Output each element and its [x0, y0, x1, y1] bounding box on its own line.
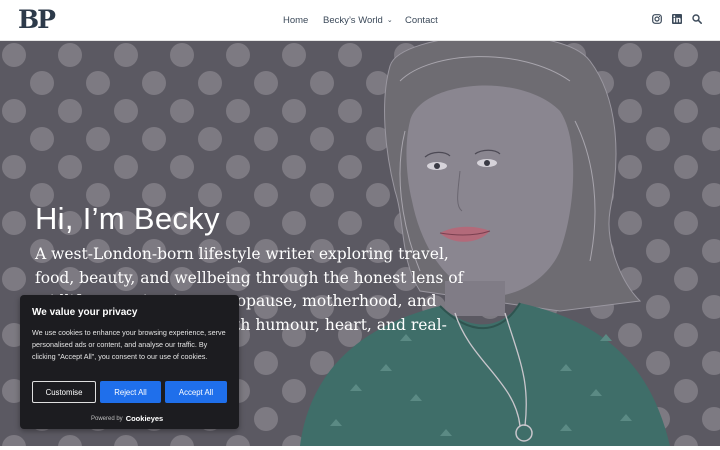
linkedin-icon[interactable] — [671, 13, 682, 24]
hero-title: Hi, I’m Becky — [35, 201, 220, 236]
site-header: B P Home Becky’s World ⌄ Contact — [0, 0, 720, 41]
logo-letter-b: B — [18, 5, 39, 34]
instagram-icon[interactable] — [651, 13, 662, 24]
nav-contact[interactable]: Contact — [405, 13, 438, 29]
cookie-buttons: Customise Reject All Accept All — [32, 381, 227, 403]
powered-by-label: Powered by — [91, 415, 123, 422]
customise-button[interactable]: Customise — [32, 381, 96, 403]
cookieyes-branding[interactable]: Powered by Cookieyes — [91, 414, 163, 423]
logo-letter-p: P — [37, 5, 56, 34]
nav-beckys-world-label: Becky’s World — [323, 15, 383, 26]
nav-beckys-world[interactable]: Becky’s World ⌄ — [323, 13, 393, 29]
cookie-consent-banner: We value your privacy We use cookies to … — [20, 295, 239, 429]
header-social-icons — [651, 13, 702, 24]
cookie-title: We value your privacy — [32, 307, 138, 318]
site-logo[interactable]: B P — [18, 5, 56, 34]
nav-home[interactable]: Home — [283, 13, 308, 29]
cookie-body-text: We use cookies to enhance your browsing … — [32, 328, 226, 361]
accept-all-button[interactable]: Accept All — [165, 381, 227, 403]
search-icon[interactable] — [691, 13, 702, 24]
chevron-down-icon: ⌄ — [386, 17, 393, 24]
cookieyes-logo: Cookieyes — [125, 414, 164, 423]
reject-all-button[interactable]: Reject All — [100, 381, 161, 403]
